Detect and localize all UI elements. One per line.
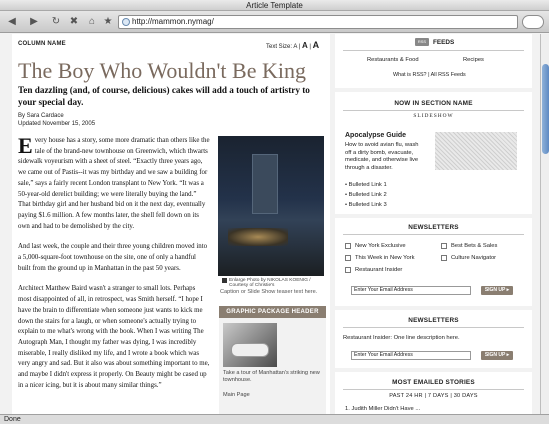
email-field[interactable]: Enter Your Email Address: [351, 286, 471, 295]
newsletter-option: New York Exclusive: [355, 243, 406, 249]
newsletter-option: Best Bets & Sales: [451, 243, 498, 249]
page-title: The Boy Who Wouldn't Be King: [18, 58, 306, 83]
newsletter-option: Culture Navigator: [451, 255, 497, 261]
newsletter-checkbox[interactable]: [345, 243, 351, 249]
forward-arrow-icon[interactable]: ▶: [28, 15, 40, 29]
link-separator: |: [428, 72, 430, 78]
package-image-detail: [231, 343, 269, 357]
signup-button[interactable]: SIGN UP ▸: [481, 286, 513, 295]
byline-updated: Updated November 15, 2005: [18, 121, 96, 127]
paragraph: Architect Matthew Baird wasn't a strange…: [18, 285, 210, 389]
email-field[interactable]: Enter Your Email Address: [351, 351, 471, 360]
what-is-rss-link[interactable]: What is RSS?: [393, 72, 427, 78]
scroll-thumb[interactable]: [542, 64, 549, 154]
divider: [343, 389, 524, 390]
bullet-link-1[interactable]: • Bulleted Link 1: [345, 182, 387, 188]
url-field[interactable]: http://mammon.nymag/: [118, 15, 518, 29]
text-size-medium[interactable]: A: [302, 41, 308, 50]
newsletters-box-2: NEWSLETTERS Restaurant Insider: One line…: [335, 310, 532, 368]
section-box: NOW IN SECTION NAME SLIDESHOW Apocalypse…: [335, 92, 532, 214]
photo-caption: Caption or Slide Show teaser text here.: [220, 289, 318, 295]
newsletters-box: NEWSLETTERS New York Exclusive Best Bets…: [335, 218, 532, 306]
paragraph: And last week, the couple and their thre…: [18, 243, 208, 272]
feed-link-recipes[interactable]: Recipes: [463, 57, 484, 63]
article-body: Every house has a story, some more drama…: [18, 133, 210, 401]
window-title: Article Template: [0, 0, 549, 11]
feed-link-restaurants[interactable]: Restaurants & Food: [367, 57, 419, 63]
divider: [343, 50, 524, 51]
photo-building: [252, 154, 278, 214]
bullet-link-2[interactable]: • Bulleted Link 2: [345, 192, 387, 198]
back-arrow-icon[interactable]: ◀: [6, 15, 18, 29]
browser-toolbar: ◀ ▶ ↻ ✖ ⌂ ★ http://mammon.nymag/: [0, 11, 549, 33]
newsletter-option: This Week in New York: [355, 255, 415, 261]
article-dek: Ten dazzling (and, of course, delicious)…: [18, 85, 310, 107]
paragraph: Every house has a story, some more drama…: [18, 133, 210, 232]
photo-credit: Enlarge Photo by NIKOLAS KOENIG / Courte…: [229, 278, 330, 288]
section-image[interactable]: [435, 132, 517, 170]
newsletter-checkbox[interactable]: [441, 243, 447, 249]
newsletter-checkbox[interactable]: [345, 267, 351, 273]
text-size-small[interactable]: A: [293, 44, 297, 50]
search-field[interactable]: [522, 15, 544, 29]
section-headline[interactable]: Apocalypse Guide: [345, 132, 406, 139]
text-size-large[interactable]: A: [313, 40, 320, 50]
bullet-link-text: Bulleted Link 1: [348, 182, 387, 188]
byline: By Sara Cardace Updated November 15, 200…: [18, 112, 95, 128]
newsletter-checkbox[interactable]: [345, 255, 351, 261]
graphic-package: GRAPHIC PACKAGE HEADER Take a tour of Ma…: [219, 306, 326, 414]
home-icon[interactable]: ⌂: [86, 15, 98, 29]
feeds-title: FEEDS: [433, 39, 455, 46]
divider: [343, 327, 524, 328]
rss-links: What is RSS? | All RSS Feeds: [393, 72, 466, 78]
newsletters-title: NEWSLETTERS: [408, 317, 459, 324]
sidebar: RSS FEEDS Restaurants & Food Recipes Wha…: [335, 34, 532, 414]
feeds-box: RSS FEEDS Restaurants & Food Recipes Wha…: [335, 34, 532, 88]
all-feeds-link[interactable]: All RSS Feeds: [431, 72, 466, 78]
graphic-package-header: GRAPHIC PACKAGE HEADER: [219, 306, 326, 318]
status-bar: Done: [0, 414, 549, 424]
article-column: COLUMN NAME Text Size: A | A | A The Boy…: [12, 34, 330, 414]
package-image[interactable]: [223, 323, 277, 367]
signup-button[interactable]: SIGN UP ▸: [481, 351, 513, 360]
newsletters-title: NEWSLETTERS: [408, 224, 459, 231]
section-title: NOW IN SECTION NAME: [394, 100, 473, 107]
newsletter-description: Restaurant Insider: One line description…: [343, 335, 460, 341]
page-content: COLUMN NAME Text Size: A | A | A The Boy…: [0, 34, 540, 414]
stop-icon[interactable]: ✖: [68, 15, 80, 29]
most-emailed-box: MOST EMAILED STORIES PAST 24 HR | 7 DAYS…: [335, 372, 532, 414]
divider: [343, 234, 524, 235]
byline-author: By Sara Cardace: [18, 113, 64, 119]
paragraph-text: very house has a story, some more dramat…: [18, 137, 210, 230]
package-caption[interactable]: Take a tour of Manhattan's striking new …: [223, 370, 323, 384]
bullet-link-3[interactable]: • Bulleted Link 3: [345, 202, 387, 208]
photo-light: [228, 228, 288, 246]
bullet-link-text: Bulleted Link 3: [348, 202, 387, 208]
newsletter-option: Restaurant Insider: [355, 267, 403, 273]
globe-icon: [122, 18, 130, 26]
newsletter-checkbox[interactable]: [441, 255, 447, 261]
text-size-label: Text Size:: [266, 44, 293, 50]
vertical-scrollbar[interactable]: [540, 34, 549, 414]
bookmark-icon[interactable]: ★: [102, 15, 114, 29]
text-size-control: Text Size: A | A | A: [266, 40, 320, 50]
section-body: How to avoid avian flu, wash off a dirty…: [345, 142, 419, 171]
section-kicker: SLIDESHOW: [413, 113, 454, 119]
dropcap: E: [18, 133, 33, 158]
browser-window: Article Template ◀ ▶ ↻ ✖ ⌂ ★ http://mamm…: [0, 0, 549, 424]
bullet-link-text: Bulleted Link 2: [348, 192, 387, 198]
column-name: COLUMN NAME: [18, 41, 66, 47]
most-emailed-title: MOST EMAILED STORIES: [392, 379, 475, 386]
most-emailed-tabs[interactable]: PAST 24 HR | 7 DAYS | 30 DAYS: [335, 393, 532, 399]
url-text: http://mammon.nymag/: [132, 17, 214, 26]
divider: [343, 110, 524, 111]
package-link[interactable]: Main Page: [223, 392, 250, 398]
rss-icon: RSS: [415, 38, 429, 46]
article-photo[interactable]: [218, 136, 324, 276]
most-emailed-item[interactable]: 1. Judith Miller Didn't Have ...: [345, 406, 420, 412]
reload-icon[interactable]: ↻: [50, 15, 62, 29]
enlarge-icon[interactable]: [222, 278, 227, 283]
